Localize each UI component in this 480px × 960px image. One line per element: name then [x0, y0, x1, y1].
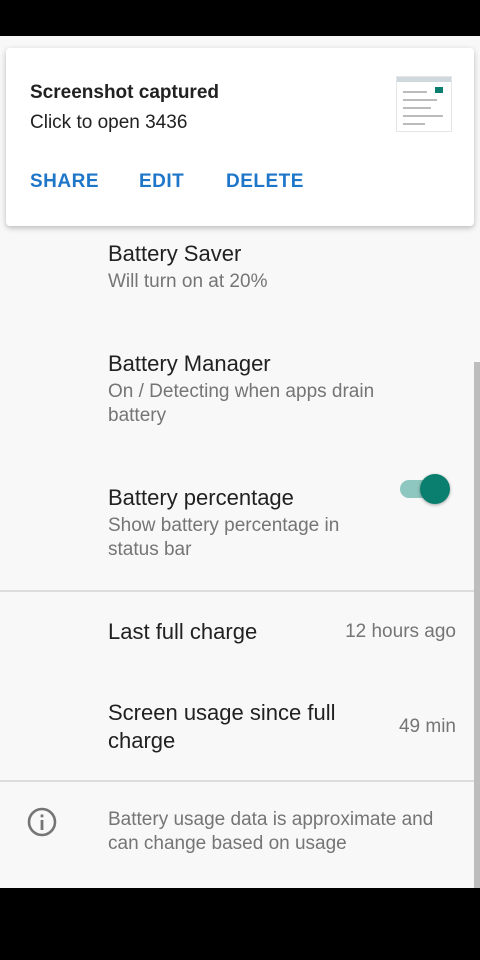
status-bar [0, 0, 480, 36]
edit-button[interactable]: EDIT [139, 171, 184, 193]
last-full-charge-value: 12 hours ago [345, 621, 456, 642]
last-full-charge-row[interactable]: Last full charge [108, 618, 257, 646]
delete-button[interactable]: DELETE [226, 171, 304, 193]
last-full-charge-title: Last full charge [108, 619, 258, 644]
share-button[interactable]: SHARE [30, 171, 99, 193]
battery-saver-title: Battery Saver [108, 241, 242, 266]
notification-title: Screenshot captured [30, 82, 219, 103]
battery-manager-setting[interactable]: Battery Manager On / Detecting when apps… [108, 350, 428, 428]
footer-text: Battery usage data is approximate and ca… [108, 809, 434, 854]
toggle-thumb [420, 474, 450, 504]
scrollbar[interactable] [474, 362, 480, 888]
battery-saver-setting[interactable]: Battery Saver Will turn on at 20% [108, 240, 448, 294]
screen-usage-row[interactable]: Screen usage since full charge [108, 699, 378, 755]
battery-percentage-summary: Show battery percentage in status bar [108, 515, 340, 560]
screen-usage-title: Screen usage since full charge [108, 700, 336, 753]
screen-usage-value: 49 min [398, 716, 456, 737]
screenshot-thumbnail[interactable] [396, 76, 452, 132]
footer-divider [0, 780, 480, 782]
battery-percentage-title: Battery percentage [108, 485, 294, 510]
battery-saver-summary: Will turn on at 20% [108, 271, 268, 292]
section-divider [0, 590, 480, 592]
navigation-bar [0, 888, 480, 960]
battery-manager-summary: On / Detecting when apps drain battery [108, 381, 375, 426]
battery-percentage-setting[interactable]: Battery percentage Show battery percenta… [108, 484, 358, 562]
info-icon [27, 807, 57, 837]
battery-percentage-toggle[interactable] [398, 470, 452, 506]
battery-manager-title: Battery Manager [108, 351, 271, 376]
notification-text: Click to open 3436 [30, 112, 188, 133]
screenshot-notification[interactable]: Screenshot captured Click to open 3436 S… [6, 48, 474, 226]
